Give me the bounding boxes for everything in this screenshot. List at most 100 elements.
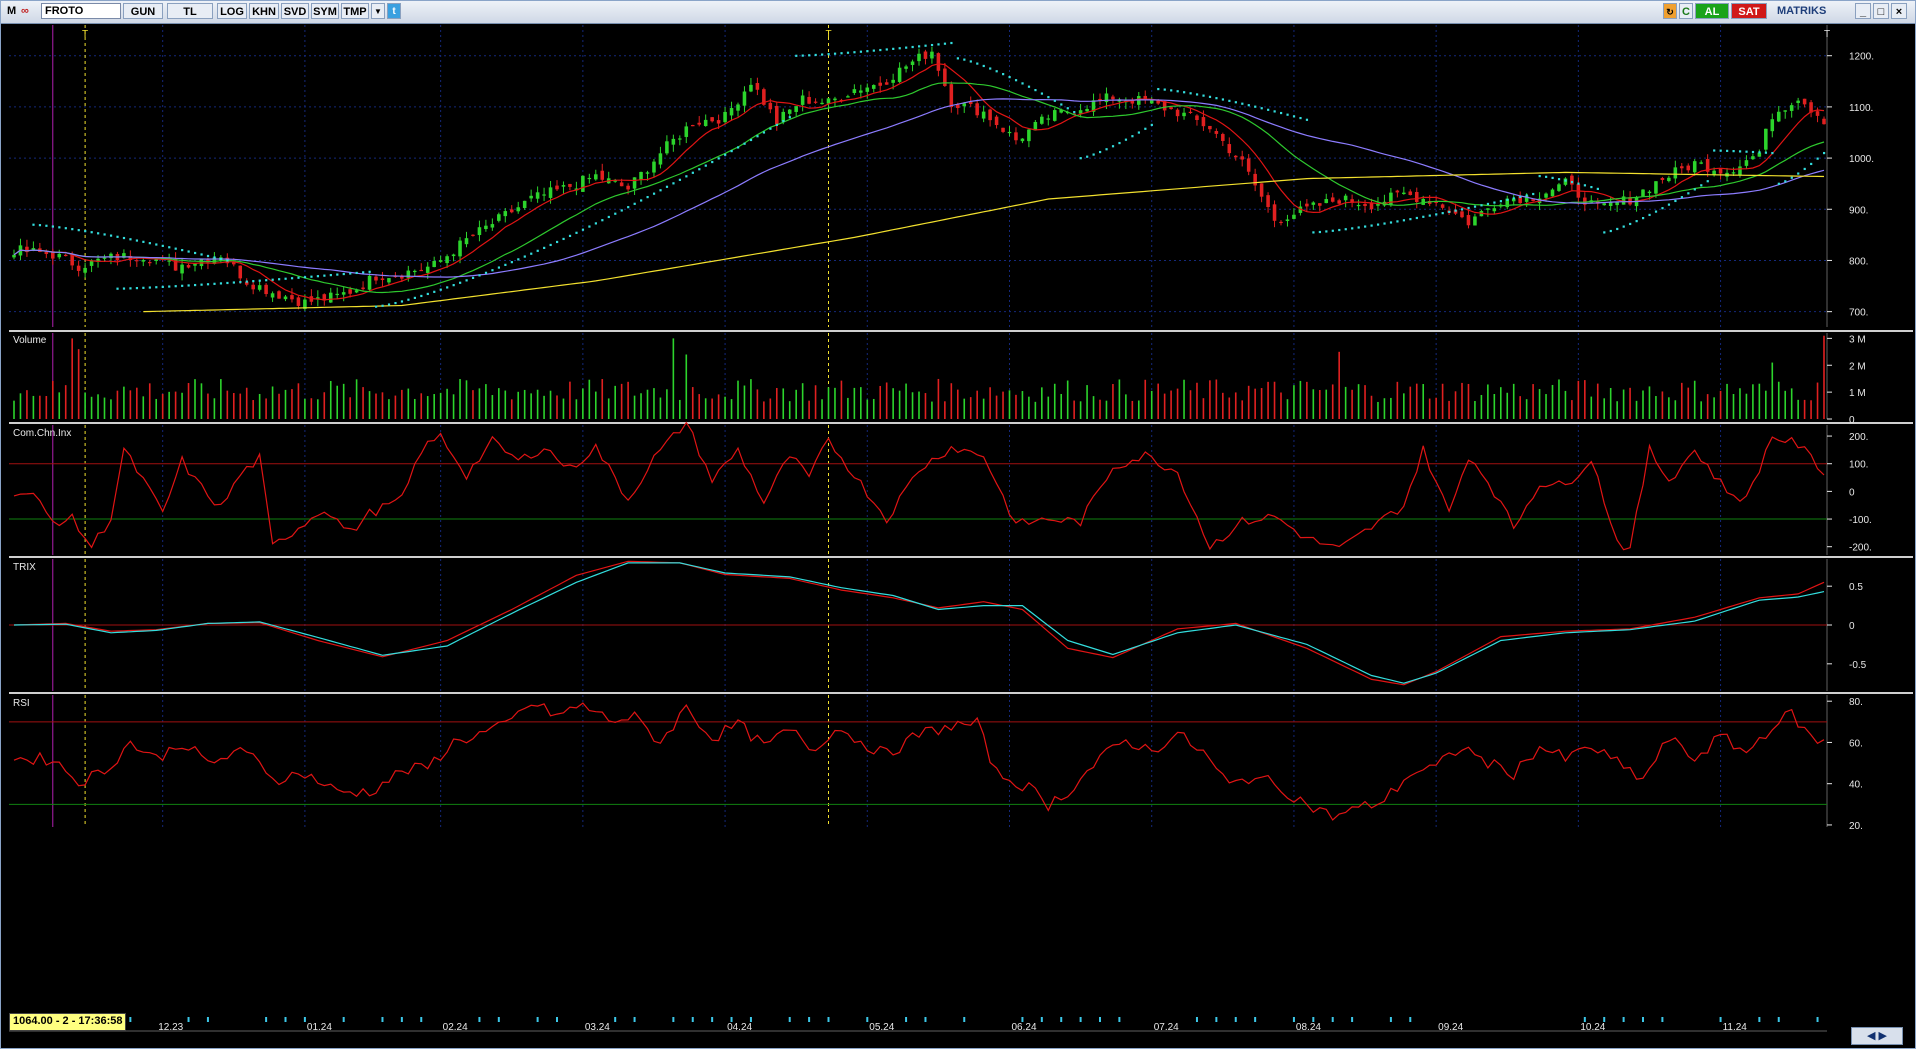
volume-bar bbox=[161, 393, 164, 419]
volume-bar bbox=[1196, 382, 1198, 419]
trix-tick-label: 0 bbox=[1849, 621, 1855, 632]
volume-bar bbox=[491, 395, 494, 419]
sar-dot bbox=[452, 284, 455, 287]
date-tick-mark bbox=[614, 1017, 617, 1022]
candle-body bbox=[438, 260, 443, 262]
sar-dot bbox=[956, 57, 959, 60]
volume-bar bbox=[931, 401, 933, 419]
sar-dot bbox=[1364, 225, 1367, 228]
candle-body bbox=[1783, 110, 1787, 112]
volume-bar bbox=[1189, 390, 1192, 419]
sar-dot bbox=[116, 287, 119, 290]
volume-bar bbox=[659, 397, 662, 419]
candle-body bbox=[186, 264, 191, 268]
candle-body bbox=[380, 278, 385, 281]
sar-dot bbox=[1086, 155, 1089, 158]
candle-body bbox=[1796, 100, 1800, 103]
candle-body bbox=[846, 96, 850, 98]
volume-bar bbox=[297, 383, 300, 419]
volume-bar bbox=[704, 398, 707, 419]
sar-dot bbox=[795, 54, 798, 57]
candle-body bbox=[516, 207, 520, 212]
sar-dot bbox=[833, 52, 837, 55]
sar-dot bbox=[420, 294, 423, 298]
candle-body bbox=[1253, 173, 1257, 186]
sar-dot bbox=[601, 219, 604, 222]
candle-body bbox=[1815, 111, 1820, 116]
candle-body bbox=[374, 276, 378, 281]
volume-bar bbox=[1616, 401, 1618, 419]
candle-body bbox=[335, 293, 339, 296]
date-tick-mark bbox=[381, 1017, 384, 1022]
sar-dot bbox=[323, 274, 326, 277]
candle-body bbox=[891, 79, 895, 83]
sar-dot bbox=[1629, 222, 1632, 226]
sar-dot bbox=[161, 285, 164, 288]
candle-body bbox=[1718, 168, 1723, 174]
sar-dot bbox=[1137, 131, 1140, 134]
volume-bar bbox=[252, 400, 254, 419]
candle-body bbox=[1550, 189, 1555, 197]
event-marker-label: T bbox=[825, 29, 831, 40]
volume-bar bbox=[381, 392, 384, 419]
sar-dot bbox=[478, 274, 481, 277]
volume-bar bbox=[207, 393, 209, 419]
candle-body bbox=[658, 153, 663, 165]
sar-dot bbox=[142, 240, 145, 243]
volume-bar bbox=[775, 387, 778, 419]
volume-bar bbox=[510, 399, 513, 419]
candle-body bbox=[1292, 214, 1296, 219]
date-tick-mark bbox=[536, 1017, 539, 1022]
sar-dot bbox=[1771, 151, 1774, 155]
chart-area[interactable]: 12.23 01.24 02.24 03.24 04.24 05.24 06.24 07.24… bbox=[1, 1, 1915, 1048]
volume-bar bbox=[543, 395, 545, 419]
volume-bar bbox=[1441, 383, 1444, 419]
sar-dot bbox=[652, 192, 656, 195]
volume-bar bbox=[1797, 399, 1799, 419]
sar-dot bbox=[329, 274, 332, 277]
candle-body bbox=[1440, 204, 1445, 208]
volume-bar bbox=[1803, 399, 1806, 419]
candle-body bbox=[535, 192, 540, 199]
sar-dot bbox=[77, 229, 80, 232]
candle-body bbox=[652, 161, 656, 173]
date-tick-mark bbox=[1758, 1017, 1761, 1022]
date-tick-mark bbox=[1099, 1017, 1101, 1022]
sar-dot bbox=[1816, 157, 1819, 160]
volume-bar bbox=[672, 338, 675, 419]
volume-bar bbox=[433, 394, 435, 419]
scroll-nav-button[interactable]: ◀ ▶ bbox=[1851, 1027, 1903, 1045]
sar-dot bbox=[872, 49, 875, 52]
sar-dot bbox=[846, 51, 850, 54]
volume-bar bbox=[388, 399, 390, 419]
volume-bar bbox=[1377, 401, 1379, 419]
candle-body bbox=[1188, 111, 1193, 113]
sar-dot bbox=[1583, 184, 1587, 187]
candle-body bbox=[981, 111, 986, 119]
candle-body bbox=[251, 284, 255, 290]
volume-bar bbox=[562, 398, 565, 419]
candle-body bbox=[1007, 131, 1012, 134]
candle-body bbox=[884, 82, 889, 85]
volume-bar bbox=[1700, 401, 1702, 419]
candle-body bbox=[1544, 193, 1548, 198]
volume-bar bbox=[653, 388, 655, 419]
date-tick-mark bbox=[206, 1017, 209, 1022]
candle-body bbox=[180, 264, 184, 274]
volume-bar bbox=[536, 389, 539, 419]
candle-body bbox=[264, 284, 268, 295]
sar-dot bbox=[1764, 151, 1768, 154]
sar-dot bbox=[1073, 111, 1076, 114]
candle-body bbox=[290, 295, 294, 300]
sar-dot bbox=[1745, 150, 1748, 153]
price-tick-label: 900. bbox=[1849, 205, 1868, 216]
volume-bar bbox=[640, 393, 642, 419]
sar-dot bbox=[588, 225, 591, 228]
candle-body bbox=[665, 141, 669, 154]
volume-bar bbox=[271, 386, 274, 419]
candle-body bbox=[1776, 111, 1781, 122]
sar-dot bbox=[1241, 102, 1244, 105]
sar-dot bbox=[691, 171, 694, 174]
candle-body bbox=[859, 90, 863, 93]
candle-body bbox=[755, 83, 760, 90]
